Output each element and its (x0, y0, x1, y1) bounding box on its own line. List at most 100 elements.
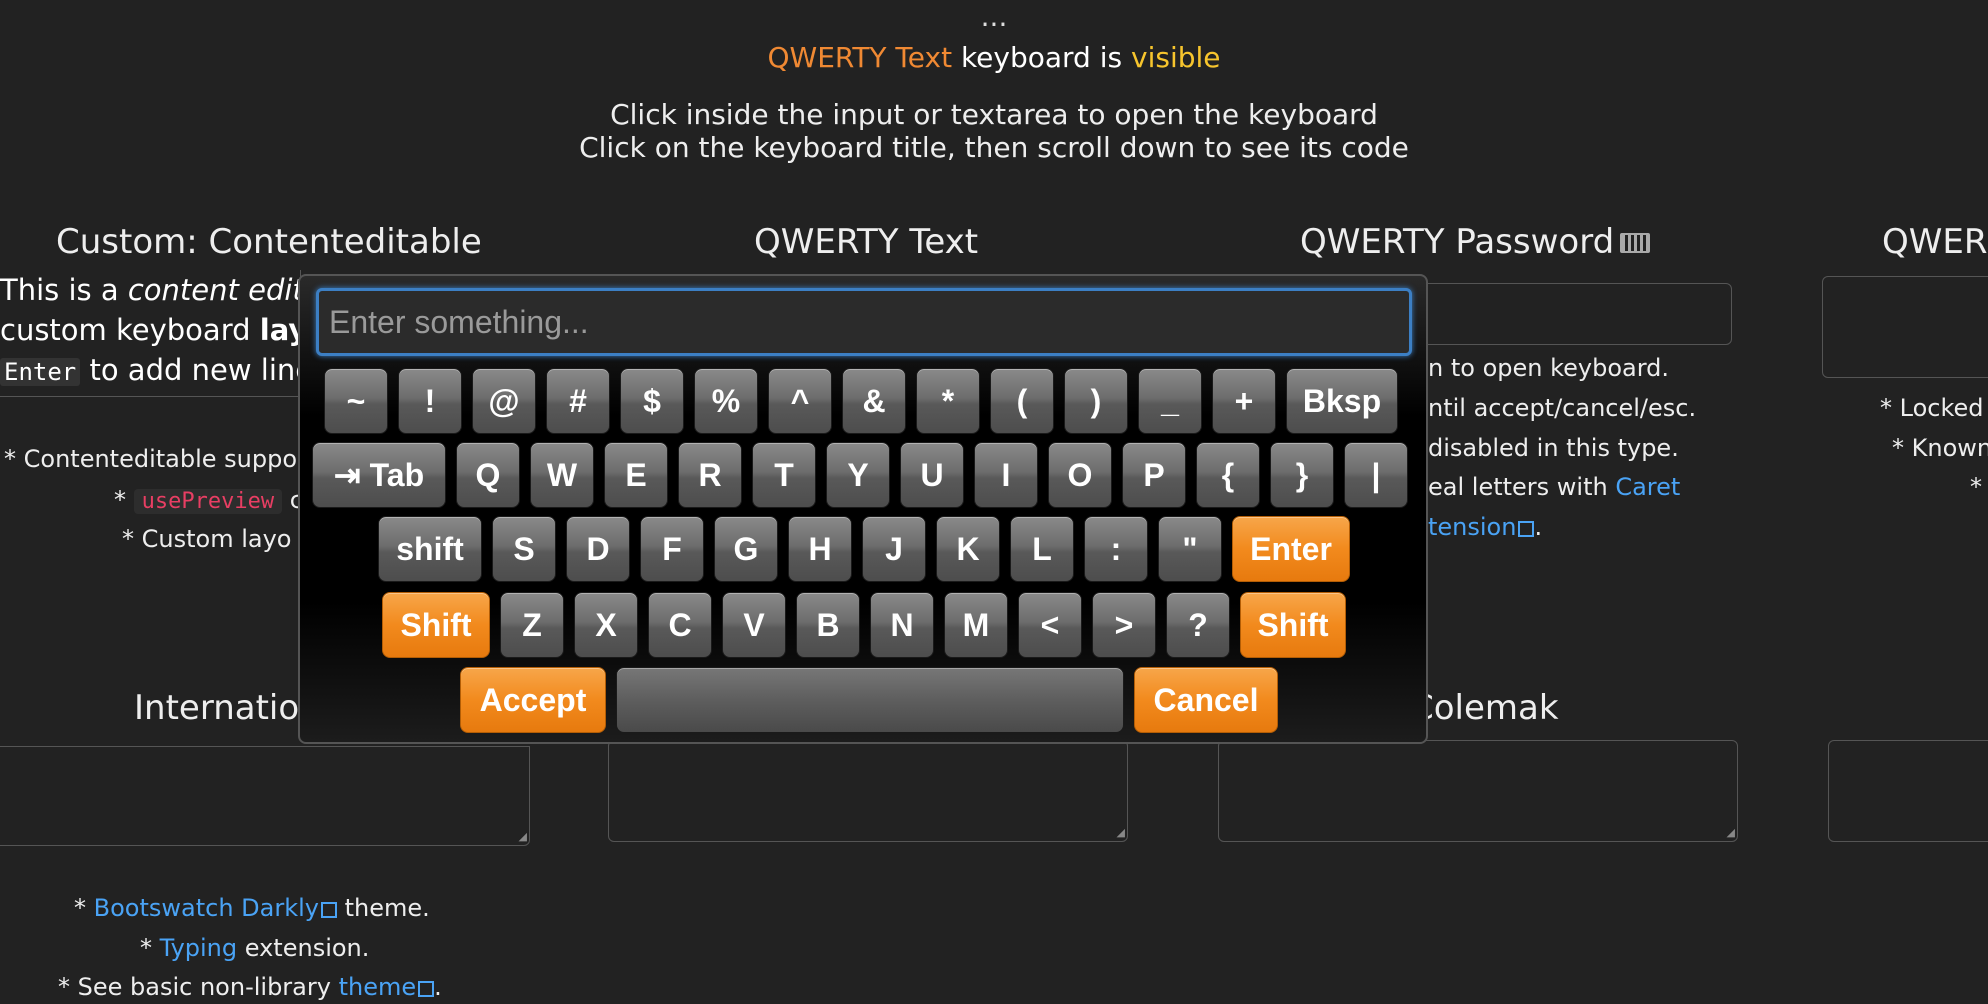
key-char-41[interactable]: ) (1064, 368, 1128, 434)
key-char-42[interactable]: * (916, 368, 980, 434)
note-pw-3: disabled in this type. (1428, 434, 1679, 462)
note-custom-layout: * Custom layo (122, 525, 292, 553)
note-pw-5: tension. (1428, 513, 1543, 541)
key-char-60[interactable]: < (1018, 592, 1082, 658)
link-extension[interactable]: tension (1428, 513, 1516, 541)
key-char-40[interactable]: ( (990, 368, 1054, 434)
key-char-79[interactable]: O (1048, 442, 1112, 508)
note-right-3: * (1970, 473, 1982, 501)
key-char-64[interactable]: @ (472, 368, 536, 434)
code-usepreview: usePreview (133, 489, 283, 514)
note-theme: * See basic non-library theme. (58, 973, 442, 1001)
note-usepreview: * usePreview c (114, 486, 303, 514)
key-shift-left[interactable]: Shift (382, 592, 490, 658)
instructions: Click inside the input or textarea to op… (0, 98, 1988, 164)
key-char-89[interactable]: Y (826, 442, 890, 508)
key-accept[interactable]: Accept (460, 667, 606, 733)
key-char-62[interactable]: > (1092, 592, 1156, 658)
key-char-126[interactable]: ~ (324, 368, 388, 434)
colemak-textarea[interactable]: ◢ (1218, 740, 1738, 842)
key-char-43[interactable]: + (1212, 368, 1276, 434)
link-typing[interactable]: Typing (160, 934, 237, 962)
right-textarea-2[interactable] (1828, 740, 1988, 842)
key-cancel[interactable]: Cancel (1134, 667, 1278, 733)
key-char-124[interactable]: | (1344, 442, 1408, 508)
key-char-85[interactable]: U (900, 442, 964, 508)
key-char-58[interactable]: : (1084, 516, 1148, 582)
resize-grip-icon[interactable]: ◢ (1723, 827, 1735, 839)
title-qwerty-partial[interactable]: QWER (1882, 222, 1988, 262)
key-char-34[interactable]: " (1158, 516, 1222, 582)
key-char-67[interactable]: C (648, 592, 712, 658)
link-bootswatch[interactable]: Bootswatch Darkly (94, 894, 319, 922)
key-char-66[interactable]: B (796, 592, 860, 658)
key-enter[interactable]: Enter (1232, 516, 1350, 582)
note-contenteditable: * Contenteditable suppo (4, 445, 298, 473)
key-char-73[interactable]: I (974, 442, 1038, 508)
resize-grip-icon[interactable]: ◢ (515, 831, 527, 843)
ce-line-1: This is a content edita (0, 273, 300, 307)
note-pw-4: eal letters with Caret (1428, 473, 1681, 501)
ce-line-3: Enter to add new line (0, 350, 300, 392)
key-char-71[interactable]: G (714, 516, 778, 582)
qwerty-text-textarea[interactable]: ◢ (608, 740, 1128, 842)
password-input[interactable] (1400, 283, 1732, 345)
resize-grip-icon[interactable]: ◢ (1113, 827, 1125, 839)
key-char-69[interactable]: E (604, 442, 668, 508)
virtual-keyboard: ~!@#$%^&*()_+Bksp ⇥ TabQWERTYUIOP{}| shift… (298, 274, 1428, 744)
status-text: keyboard is (952, 41, 1131, 74)
key-char-75[interactable]: K (936, 516, 1000, 582)
key-char-90[interactable]: Z (500, 592, 564, 658)
key-char-123[interactable]: { (1196, 442, 1260, 508)
key-char-63[interactable]: ? (1166, 592, 1230, 658)
key-char-77[interactable]: M (944, 592, 1008, 658)
key-char-84[interactable]: T (752, 442, 816, 508)
link-caret[interactable]: Caret (1615, 473, 1680, 501)
link-theme[interactable]: theme (339, 973, 417, 1001)
instruction-line-1: Click inside the input or textarea to op… (610, 98, 1378, 131)
key-shift-lower[interactable]: shift (378, 516, 482, 582)
qwerty-right-textarea[interactable] (1822, 276, 1988, 378)
key-char-82[interactable]: R (678, 442, 742, 508)
key-char-70[interactable]: F (640, 516, 704, 582)
key-char-76[interactable]: L (1010, 516, 1074, 582)
contenteditable-area[interactable]: This is a content edita custom keyboard … (0, 270, 301, 397)
keyboard-preview-input[interactable] (316, 288, 1412, 356)
key-char-33[interactable]: ! (398, 368, 462, 434)
title-international[interactable]: Internation (134, 688, 321, 728)
key-shift-right[interactable]: Shift (1240, 592, 1346, 658)
key-char-80[interactable]: P (1122, 442, 1186, 508)
status-keyboard-name: QWERTY Text (767, 41, 953, 74)
title-qwerty-text[interactable]: QWERTY Text (754, 222, 978, 262)
key-char-36[interactable]: $ (620, 368, 684, 434)
key-char-86[interactable]: V (722, 592, 786, 658)
keyboard-icon[interactable] (1620, 233, 1651, 253)
key-char-74[interactable]: J (862, 516, 926, 582)
title-qwerty-password[interactable]: QWERTY Password (1300, 222, 1651, 262)
title-custom-contenteditable[interactable]: Custom: Contenteditable (56, 222, 482, 262)
instruction-line-2: Click on the keyboard title, then scroll… (579, 131, 1409, 164)
title-colemak[interactable]: Colemak (1410, 688, 1559, 728)
key-char-87[interactable]: W (530, 442, 594, 508)
key-char-38[interactable]: & (842, 368, 906, 434)
key-char-81[interactable]: Q (456, 442, 520, 508)
note-bootswatch: * Bootswatch Darkly theme. (74, 894, 430, 922)
key-char-95[interactable]: _ (1138, 368, 1202, 434)
key-char-78[interactable]: N (870, 592, 934, 658)
key-tab[interactable]: ⇥ Tab (312, 442, 446, 508)
key-backspace[interactable]: Bksp (1286, 368, 1398, 434)
key-char-83[interactable]: S (492, 516, 556, 582)
key-char-88[interactable]: X (574, 592, 638, 658)
key-space[interactable] (616, 667, 1124, 733)
key-char-68[interactable]: D (566, 516, 630, 582)
external-link-icon (418, 981, 435, 997)
international-textarea[interactable]: ◢ (0, 746, 530, 846)
key-char-72[interactable]: H (788, 516, 852, 582)
key-char-37[interactable]: % (694, 368, 758, 434)
key-char-94[interactable]: ^ (768, 368, 832, 434)
note-pw-1: n to open keyboard. (1428, 354, 1670, 382)
title-qwerty-password-text: QWERTY Password (1300, 222, 1615, 262)
key-char-35[interactable]: # (546, 368, 610, 434)
key-char-125[interactable]: } (1270, 442, 1334, 508)
keyboard-status: QWERTY Text keyboard is visible (0, 40, 1988, 76)
